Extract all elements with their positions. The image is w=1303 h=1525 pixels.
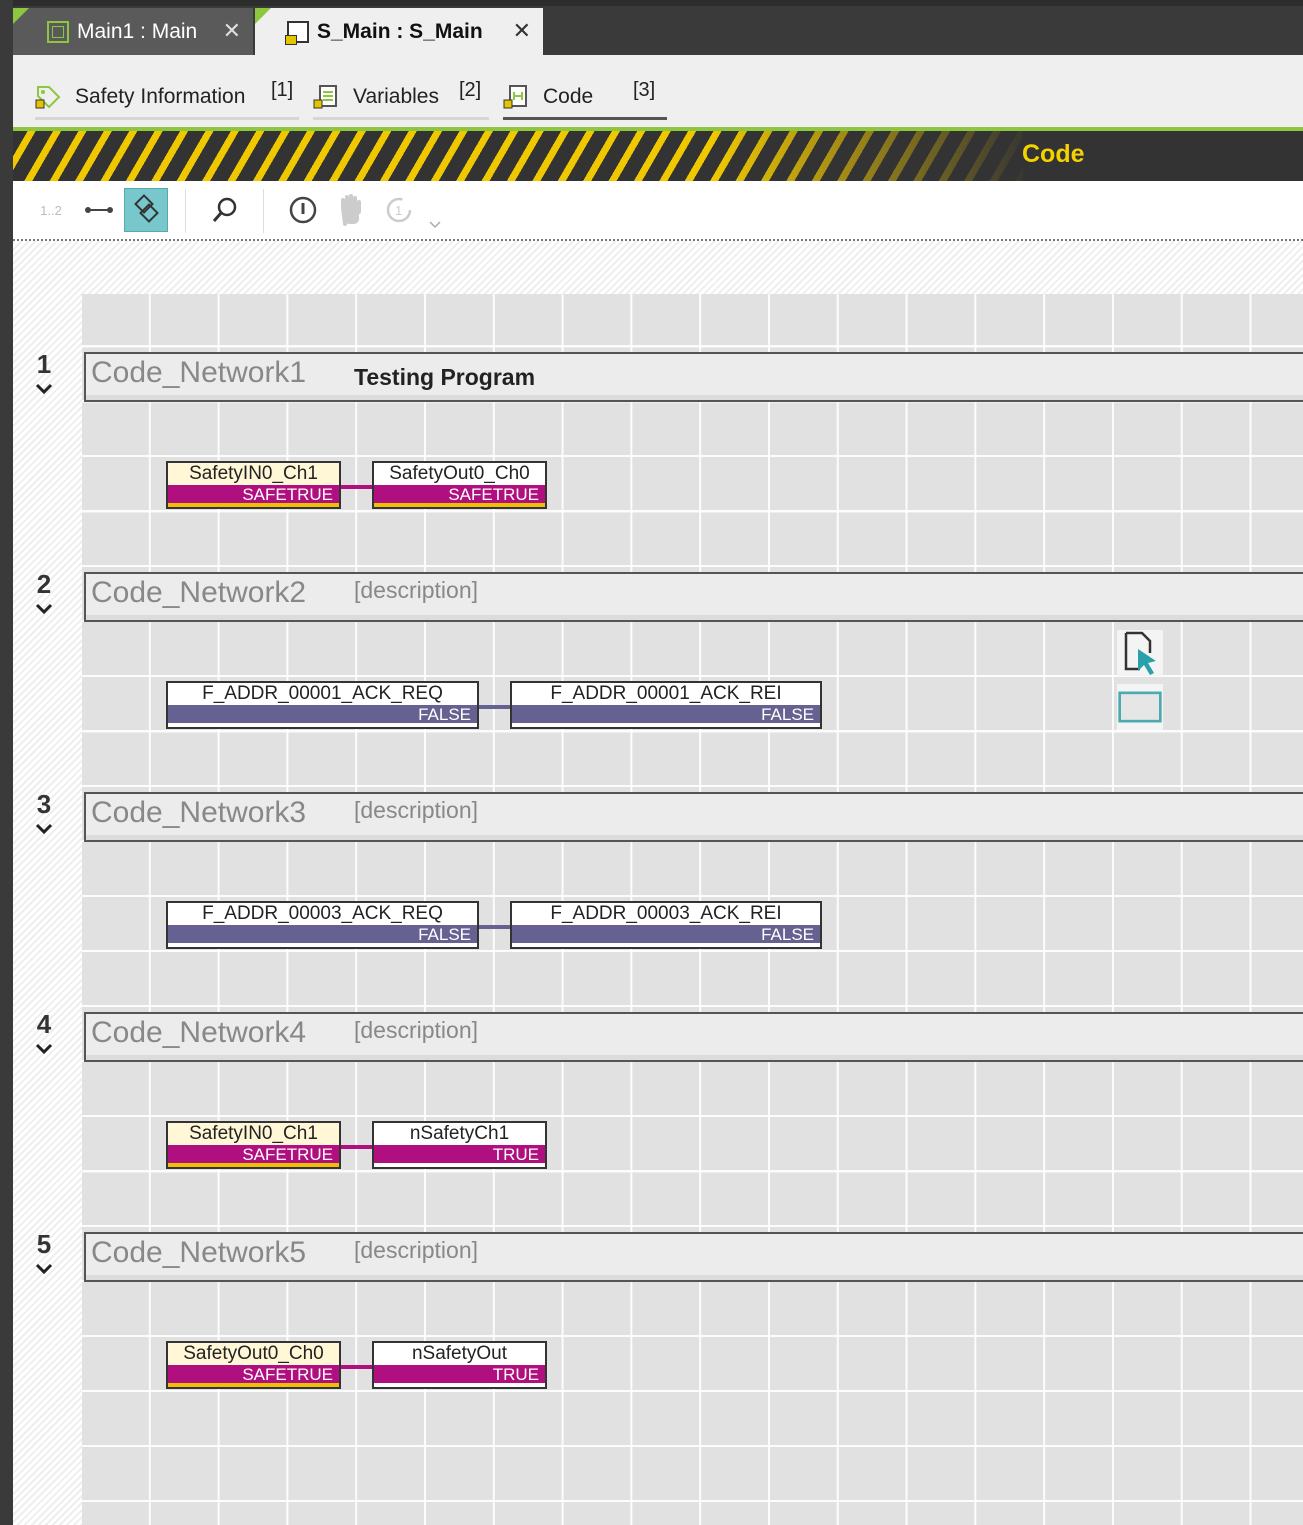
tab-s-main-label: S_Main : S_Main [317,19,483,43]
tab-main1-label: Main1 : Main [77,19,198,43]
code-icon [503,84,529,110]
coil-variable[interactable]: nSafetyCh1 TRUE [372,1121,547,1169]
network-name[interactable]: Code_Network2 [91,576,306,610]
section-title: Code [1022,140,1085,168]
code-section-header: Code [13,131,1303,181]
safety-program-icon [285,20,309,45]
search-icon[interactable] [203,188,247,232]
collapse-chevron-icon[interactable] [35,1261,53,1279]
contact-variable[interactable]: SafetyOut0_Ch0 SAFETRUE [166,1341,341,1389]
variables-icon [313,84,339,110]
network-number: 1 [36,349,52,379]
network-number: 5 [36,1229,52,1259]
rectangle-select-icon[interactable] [1117,684,1163,730]
collapse-chevron-icon[interactable] [35,1041,53,1059]
tab-s-main[interactable]: S_Main : S_Main ✕ [255,8,543,55]
wire [479,705,511,709]
cycle-icon[interactable]: 1 [377,188,421,232]
close-icon[interactable]: ✕ [223,18,241,44]
program-icon [47,20,69,43]
code-canvas[interactable]: 1 Code_Network1 Testing Program SafetyIN… [13,241,1303,1525]
wire [341,1145,373,1149]
subtab-variables[interactable]: Variables [2] [313,77,489,120]
line-numbers-button[interactable]: 1..2 [29,188,73,232]
coil-variable[interactable]: F_ADDR_00001_ACK_REI FALSE [510,681,822,729]
document-tab-bar: Main1 : Main ✕ S_Main : S_Main ✕ [13,0,1303,55]
connect-icon[interactable] [77,188,121,232]
contact-variable[interactable]: SafetyIN0_Ch1 SAFETRUE [166,461,341,509]
contact-variable[interactable]: F_ADDR_00003_ACK_REQ FALSE [166,901,479,949]
select-pointer-icon[interactable] [1117,630,1163,676]
collapse-chevron-icon[interactable] [35,601,53,619]
wire [341,485,373,489]
network-description[interactable]: [description] [354,1237,478,1264]
tab-main1[interactable]: Main1 : Main ✕ [13,8,253,55]
coil-variable[interactable]: nSafetyOut TRUE [372,1341,547,1389]
network-header[interactable]: Code_Network2 [description] [84,572,1303,622]
window-left-border [0,0,13,1525]
network-number: 2 [36,569,52,599]
network-header[interactable]: Code_Network1 Testing Program [84,352,1303,402]
contact-variable[interactable]: SafetyIN0_Ch1 SAFETRUE [166,1121,341,1169]
network-description[interactable]: [description] [354,797,478,824]
network-number: 3 [36,789,52,819]
svg-text:1: 1 [395,203,402,218]
network-header[interactable]: Code_Network5 [description] [84,1232,1303,1282]
network-name[interactable]: Code_Network1 [91,356,306,390]
network-description[interactable]: [description] [354,1017,478,1044]
contact-variable[interactable]: F_ADDR_00001_ACK_REQ FALSE [166,681,479,729]
auto-route-icon[interactable] [124,188,168,232]
coil-variable[interactable]: SafetyOut0_Ch0 SAFETRUE [372,461,547,509]
safety-tag-icon [35,84,61,110]
wire [479,925,511,929]
network-name[interactable]: Code_Network4 [91,1016,306,1050]
network-header[interactable]: Code_Network4 [description] [84,1012,1303,1062]
editor-subtab-bar: Safety Information [1] Variables [2] Cod… [13,55,1303,128]
power-icon[interactable] [281,188,325,232]
coil-variable[interactable]: F_ADDR_00003_ACK_REI FALSE [510,901,822,949]
subtab-code[interactable]: Code [3] [503,77,667,120]
collapse-chevron-icon[interactable] [35,821,53,839]
collapse-chevron-icon[interactable] [35,381,53,399]
network-number: 4 [36,1009,52,1039]
editor-toolbar: 1..2 1 [13,181,1303,241]
subtab-safety-information[interactable]: Safety Information [1] [35,77,299,120]
network-description[interactable]: Testing Program [354,364,535,391]
network-description[interactable]: [description] [354,577,478,604]
network-name[interactable]: Code_Network3 [91,796,306,830]
close-icon[interactable]: ✕ [513,18,531,44]
network-header[interactable]: Code_Network3 [description] [84,792,1303,842]
hand-icon[interactable] [329,188,373,232]
network-name[interactable]: Code_Network5 [91,1236,306,1270]
wire [341,1365,373,1369]
